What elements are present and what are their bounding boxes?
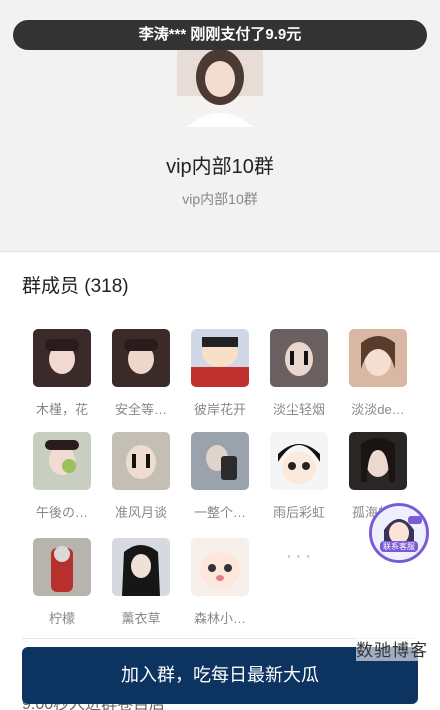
- member-name: 淡淡de…: [351, 402, 405, 417]
- member-name: 柠檬: [48, 611, 75, 626]
- member-name: 彼岸花开: [193, 402, 246, 417]
- member-name: 薰衣草: [121, 611, 161, 626]
- member-item[interactable]: 木槿，花: [24, 329, 100, 418]
- member-avatar: [112, 432, 170, 490]
- group-subtitle: vip内部10群: [182, 191, 258, 207]
- member-item[interactable]: 森林小…: [182, 538, 258, 627]
- member-name: 一整个…: [193, 505, 246, 520]
- member-item[interactable]: 淡尘轻烟: [261, 329, 337, 418]
- member-name: 淡尘轻烟: [272, 402, 325, 417]
- member-item[interactable]: 安全等…: [103, 329, 179, 418]
- member-avatar: [191, 432, 249, 490]
- payment-toast: 李涛*** 刚刚支付了9.9元: [13, 20, 427, 50]
- group-name: vip内部10群: [166, 156, 274, 178]
- more-members-button[interactable]: ···: [270, 545, 330, 568]
- member-avatar: [112, 538, 170, 596]
- customer-service-label: 联系客服: [380, 541, 418, 552]
- member-avatar: [191, 329, 249, 387]
- member-avatar: [33, 432, 91, 490]
- member-avatar: [270, 432, 328, 490]
- member-avatar: [112, 329, 170, 387]
- member-avatar: [270, 329, 328, 387]
- member-item[interactable]: 淡淡de…: [340, 329, 416, 418]
- watermark: 数驰博客: [356, 636, 428, 661]
- members-title: 群成员 (318): [22, 276, 129, 297]
- member-item[interactable]: 准风月谈: [103, 432, 179, 521]
- member-name: 雨后彩虹: [272, 505, 325, 520]
- member-item[interactable]: 彼岸花开: [182, 329, 258, 418]
- member-avatar: [191, 538, 249, 596]
- member-avatar: [33, 538, 91, 596]
- member-item[interactable]: 柠檬: [24, 538, 100, 627]
- member-avatar: [33, 329, 91, 387]
- member-name: 木槿，花: [35, 402, 88, 417]
- member-name: 森林小…: [193, 611, 246, 626]
- member-name: 准风月谈: [114, 505, 167, 520]
- member-avatar: [349, 329, 407, 387]
- member-name: 安全等…: [114, 402, 167, 417]
- member-item[interactable]: 午後の…: [24, 432, 100, 521]
- member-item[interactable]: 雨后彩虹: [261, 432, 337, 521]
- member-item[interactable]: 薰衣草: [103, 538, 179, 627]
- customer-service-button[interactable]: 联系客服: [369, 503, 429, 563]
- member-name: 午後の…: [35, 505, 88, 520]
- group-avatar: [177, 41, 263, 127]
- member-item[interactable]: 一整个…: [182, 432, 258, 521]
- member-avatar: [349, 432, 407, 490]
